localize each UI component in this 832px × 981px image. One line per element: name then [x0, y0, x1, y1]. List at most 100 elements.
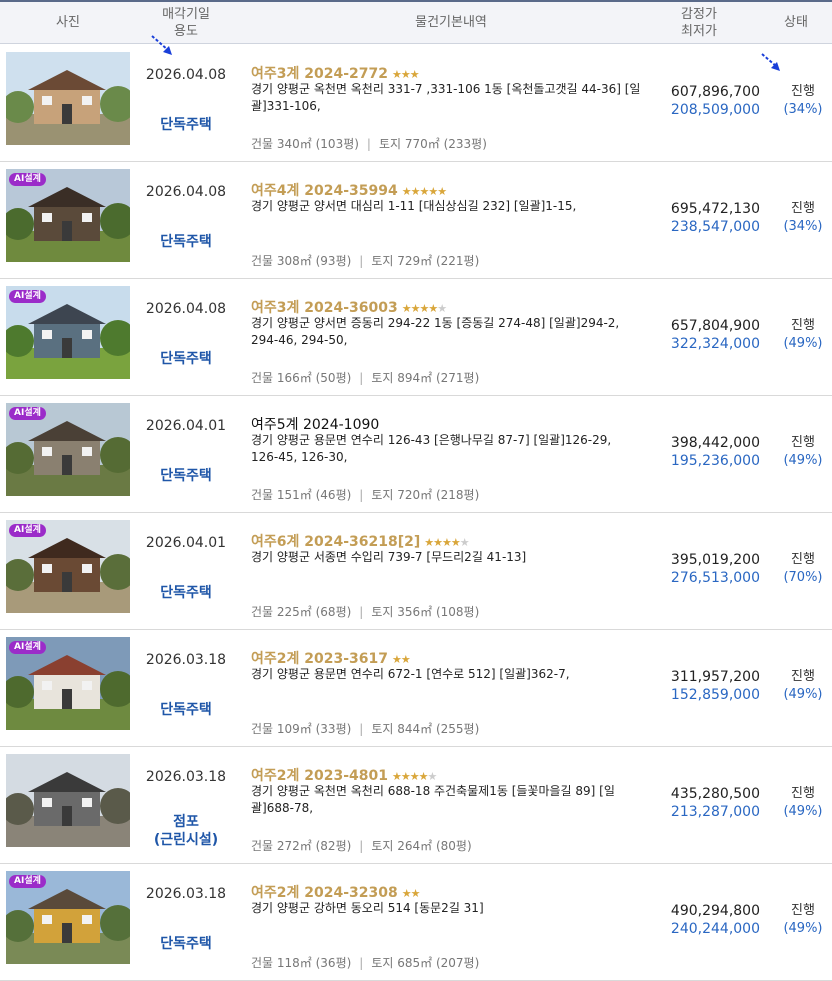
usage-line[interactable]: 점포: [136, 813, 236, 831]
header-status: 상태: [784, 15, 808, 30]
usage-line[interactable]: (근린시설): [136, 831, 236, 849]
case-number-text[interactable]: 여주5계 2024-1090: [251, 417, 379, 433]
sale-date: 2026.04.01: [145, 418, 227, 434]
usage-line[interactable]: 단독주택: [136, 350, 236, 368]
ai-design-badge[interactable]: AI설계: [9, 407, 46, 420]
status-percent: (49%): [783, 453, 823, 468]
table-row[interactable]: AI설계 2026.04.01 단독주택 여주6계 2024-36218[2] ★…: [0, 513, 832, 630]
land-area: 토지 356㎡ (108평): [371, 605, 480, 619]
case-number-text[interactable]: 여주6계 2024-36218[2]: [251, 534, 420, 550]
land-area: 토지 729㎡ (221평): [371, 254, 480, 268]
status-percent: (34%): [783, 219, 823, 234]
usage-link[interactable]: 단독주택: [136, 701, 236, 719]
rating-stars-icon: ★★: [401, 887, 421, 900]
property-area: 건물 272㎡ (82평) | 토지 264㎡ (80평): [251, 839, 472, 853]
building-area: 건물 118㎡ (36평): [251, 956, 352, 970]
usage-link[interactable]: 단독주택: [136, 467, 236, 485]
appraisal-price: 398,442,000: [670, 435, 760, 451]
table-row[interactable]: 2026.03.18 점포 (근린시설) 여주2계 2023-4801 ★★★★★ …: [0, 747, 832, 864]
property-photo[interactable]: AI설계: [6, 403, 130, 496]
land-area: 토지 844㎡ (255평): [371, 722, 480, 736]
appraisal-price: 695,472,130: [670, 201, 760, 217]
table-row[interactable]: AI설계 2026.03.18 단독주택 여주2계 2024-32308 ★★ 경…: [0, 864, 832, 981]
table-row[interactable]: AI설계 2026.04.01 단독주택 여주5계 2024-1090 경기 양…: [0, 396, 832, 513]
case-number-text[interactable]: 여주3계 2024-2772: [251, 66, 388, 82]
usage-line[interactable]: 단독주택: [136, 116, 236, 134]
table-row[interactable]: AI설계 2026.04.08 단독주택 여주4계 2024-35994 ★★★★…: [0, 162, 832, 279]
case-number-text[interactable]: 여주2계 2024-32308: [251, 885, 398, 901]
price-block: 395,019,200 276,513,000: [671, 551, 760, 587]
appraisal-price: 311,957,200: [670, 669, 760, 685]
appraisal-price: 490,294,800: [670, 903, 760, 919]
property-address: 경기 양평군 옥천면 옥천리 331-7 ,331-106 1동 [옥천돌고갯길…: [251, 82, 641, 113]
building-area: 건물 166㎡ (50평): [251, 371, 352, 385]
header-description: 물건기본내역: [415, 15, 487, 30]
usage-link[interactable]: 단독주택: [136, 935, 236, 953]
status-text: 진행: [791, 552, 815, 567]
minimum-price: 195,236,000: [670, 453, 760, 469]
usage-link[interactable]: 단독주택: [136, 233, 236, 251]
land-area: 토지 264㎡ (80평): [371, 839, 472, 853]
usage-line[interactable]: 단독주택: [136, 935, 236, 953]
sale-date: 2026.04.08: [145, 67, 227, 83]
case-number-text[interactable]: 여주2계 2023-4801: [251, 768, 388, 784]
property-address: 경기 양평군 용문면 연수리 126-43 [은행나무길 87-7] [일괄]1…: [251, 433, 612, 464]
minimum-price: 152,859,000: [670, 687, 760, 703]
ai-design-badge[interactable]: AI설계: [9, 641, 46, 654]
sale-date: 2026.04.01: [145, 535, 227, 551]
rating-stars-icon: ★★★★★: [424, 536, 469, 549]
property-photo[interactable]: [6, 52, 130, 145]
case-number-text[interactable]: 여주4계 2024-35994: [251, 183, 398, 199]
status-block: 진행 (49%): [760, 785, 832, 821]
case-number[interactable]: 여주4계 2024-35994 ★★★★★: [251, 180, 447, 200]
property-photo[interactable]: AI설계: [6, 169, 130, 262]
table-row[interactable]: 2026.04.08 단독주택 여주3계 2024-2772 ★★★ 경기 양평군…: [0, 45, 832, 162]
appraisal-price: 657,804,900: [670, 318, 760, 334]
case-number[interactable]: 여주2계 2023-3617 ★★: [251, 648, 411, 668]
case-number[interactable]: 여주6계 2024-36218[2] ★★★★★: [251, 531, 470, 551]
ai-design-badge[interactable]: AI설계: [9, 875, 46, 888]
case-number[interactable]: 여주2계 2023-4801 ★★★★★: [251, 765, 437, 785]
property-area: 건물 166㎡ (50평) | 토지 894㎡ (271평): [251, 371, 480, 385]
building-area: 건물 151㎡ (46평): [251, 488, 352, 502]
rating-stars-icon: ★★★★★: [401, 302, 447, 315]
status-text: 진행: [791, 786, 815, 801]
property-photo[interactable]: AI설계: [6, 520, 130, 613]
rating-stars-icon: ★★★★★: [401, 185, 447, 198]
rating-stars-icon: ★★★★★: [392, 770, 437, 783]
property-address: 경기 양평군 서종면 수입리 739-7 [무드리2길 41-13]: [251, 550, 527, 564]
usage-line[interactable]: 단독주택: [136, 467, 236, 485]
property-photo[interactable]: AI설계: [6, 286, 130, 379]
property-address: 경기 양평군 용문면 연수리 672-1 [연수로 512] [일괄]362-7…: [251, 667, 570, 681]
table-row[interactable]: AI설계 2026.04.08 단독주택 여주3계 2024-36003 ★★★★…: [0, 279, 832, 396]
case-number-text[interactable]: 여주2계 2023-3617: [251, 651, 388, 667]
case-number[interactable]: 여주3계 2024-36003 ★★★★★: [251, 297, 447, 317]
usage-line[interactable]: 단독주택: [136, 701, 236, 719]
price-block: 657,804,900 322,324,000: [671, 317, 760, 353]
property-area: 건물 118㎡ (36평) | 토지 685㎡ (207평): [251, 956, 480, 970]
case-number[interactable]: 여주3계 2024-2772 ★★★: [251, 63, 420, 83]
case-number-text[interactable]: 여주3계 2024-36003: [251, 300, 398, 316]
property-photo[interactable]: [6, 754, 130, 847]
usage-link[interactable]: 점포 (근린시설): [136, 813, 236, 849]
ai-design-badge[interactable]: AI설계: [9, 173, 46, 186]
usage-line[interactable]: 단독주택: [136, 584, 236, 602]
case-number[interactable]: 여주5계 2024-1090: [251, 414, 379, 434]
status-block: 진행 (49%): [760, 902, 832, 938]
property-address: 경기 양평군 양서면 증동리 294-22 1동 [증동길 274-48] [일…: [251, 316, 620, 347]
case-number[interactable]: 여주2계 2024-32308 ★★: [251, 882, 421, 902]
land-area: 토지 720㎡ (218평): [371, 488, 480, 502]
price-block: 490,294,800 240,244,000: [671, 902, 760, 938]
table-row[interactable]: AI설계 2026.03.18 단독주택 여주2계 2023-3617 ★★ 경기…: [0, 630, 832, 747]
ai-design-badge[interactable]: AI설계: [9, 290, 46, 303]
ai-design-badge[interactable]: AI설계: [9, 524, 46, 537]
usage-line[interactable]: 단독주택: [136, 233, 236, 251]
usage-link[interactable]: 단독주택: [136, 350, 236, 368]
table-header: 사진 매각기일 용도 물건기본내역 감정가 최저가 상태: [0, 0, 832, 44]
usage-link[interactable]: 단독주택: [136, 116, 236, 134]
property-area: 건물 225㎡ (68평) | 토지 356㎡ (108평): [251, 605, 480, 619]
property-photo[interactable]: AI설계: [6, 637, 130, 730]
building-area: 건물 272㎡ (82평): [251, 839, 352, 853]
usage-link[interactable]: 단독주택: [136, 584, 236, 602]
property-photo[interactable]: AI설계: [6, 871, 130, 964]
